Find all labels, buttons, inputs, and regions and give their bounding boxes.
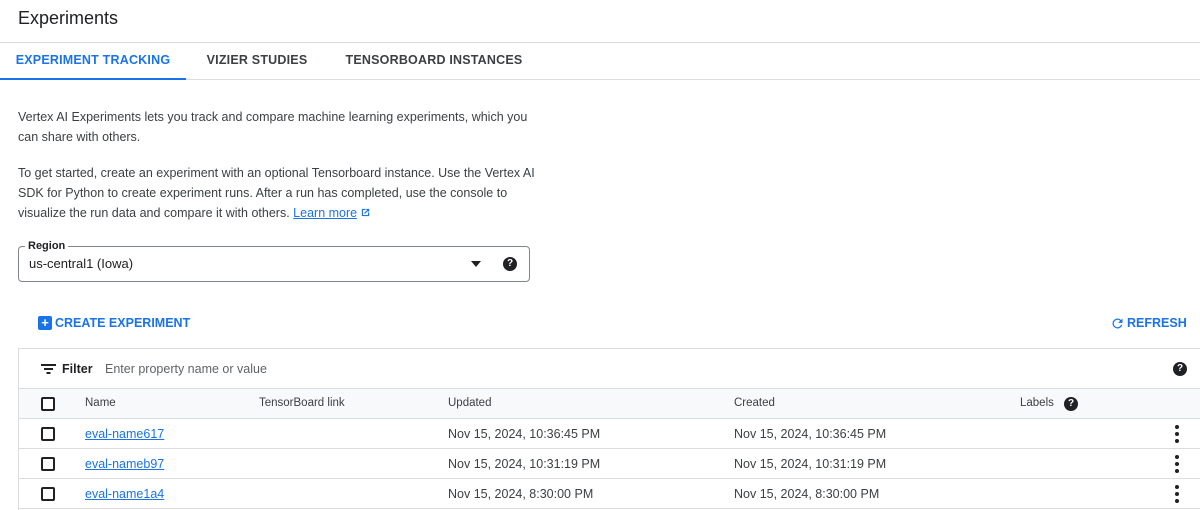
- experiment-name-link[interactable]: eval-name617: [85, 427, 164, 441]
- region-value: us-central1 (Iowa): [29, 256, 134, 271]
- region-label: Region: [25, 239, 69, 253]
- help-circle-icon[interactable]: ?: [1064, 397, 1078, 411]
- add-box-icon: +: [38, 316, 52, 330]
- filter-label: Filter: [62, 362, 93, 376]
- help-circle-icon[interactable]: ?: [1173, 362, 1187, 376]
- column-header-created[interactable]: Created: [734, 397, 775, 409]
- region-select[interactable]: Region us-central1 (Iowa) ?: [18, 239, 530, 282]
- select-all-checkbox[interactable]: [41, 397, 55, 411]
- tab-tensorboard-instances[interactable]: TENSORBOARD INSTANCES: [338, 43, 530, 79]
- refresh-label: REFRESH: [1127, 316, 1187, 330]
- more-vert-icon[interactable]: [1169, 455, 1185, 473]
- filter-bar: Filter ?: [19, 349, 1200, 389]
- filter-input[interactable]: [99, 358, 699, 380]
- experiment-name-link[interactable]: eval-name1a4: [85, 487, 164, 501]
- row-checkbox[interactable]: [41, 457, 55, 471]
- learn-more-link[interactable]: Learn more: [293, 206, 371, 220]
- create-experiment-label: CREATE EXPERIMENT: [55, 316, 191, 330]
- created-cell: Nov 15, 2024, 10:31:19 PM: [734, 457, 887, 471]
- updated-cell: Nov 15, 2024, 10:31:19 PM: [448, 457, 601, 471]
- experiment-name-link[interactable]: eval-nameb97: [85, 457, 164, 471]
- experiments-table: Filter ? Name TensorBoard link Updated C…: [18, 348, 1200, 510]
- column-header-labels[interactable]: Labels: [1020, 397, 1054, 409]
- updated-cell: Nov 15, 2024, 10:36:45 PM: [448, 427, 601, 441]
- learn-more-label: Learn more: [293, 206, 358, 220]
- table-row: eval-nameb97 Nov 15, 2024, 10:31:19 PM N…: [19, 449, 1200, 479]
- created-cell: Nov 15, 2024, 8:30:00 PM: [734, 487, 880, 501]
- more-vert-icon[interactable]: [1169, 425, 1185, 443]
- tab-bar: EXPERIMENT TRACKING VIZIER STUDIES TENSO…: [0, 43, 1200, 80]
- row-checkbox[interactable]: [41, 427, 55, 441]
- page-title: Experiments: [18, 8, 119, 28]
- tab-experiment-tracking[interactable]: EXPERIMENT TRACKING: [0, 43, 186, 80]
- dropdown-arrow-icon[interactable]: [471, 261, 481, 267]
- getting-started-text: To get started, create an experiment wit…: [18, 166, 535, 220]
- create-experiment-button[interactable]: + CREATE EXPERIMENT: [38, 313, 190, 333]
- created-cell: Nov 15, 2024, 10:36:45 PM: [734, 427, 887, 441]
- intro-paragraph: Vertex AI Experiments lets you track and…: [18, 110, 528, 144]
- table-row: eval-name617 Nov 15, 2024, 10:36:45 PM N…: [19, 419, 1200, 449]
- column-header-updated[interactable]: Updated: [448, 397, 491, 409]
- refresh-button[interactable]: REFRESH: [1110, 313, 1187, 333]
- more-vert-icon[interactable]: [1169, 485, 1185, 503]
- filter-list-icon: [41, 364, 56, 374]
- getting-started-paragraph: To get started, create an experiment wit…: [18, 163, 538, 223]
- external-link-icon: [361, 208, 370, 217]
- table-header: Name TensorBoard link Updated Created La…: [19, 389, 1200, 419]
- page-header: Experiments: [0, 0, 1200, 43]
- updated-cell: Nov 15, 2024, 8:30:00 PM: [448, 487, 594, 501]
- tab-vizier-studies[interactable]: VIZIER STUDIES: [196, 43, 318, 79]
- table-row: eval-name1a4 Nov 15, 2024, 8:30:00 PM No…: [19, 479, 1200, 509]
- column-header-tensorboard-link[interactable]: TensorBoard link: [259, 397, 345, 409]
- refresh-icon: [1112, 318, 1123, 328]
- help-circle-icon[interactable]: ?: [503, 257, 517, 271]
- row-checkbox[interactable]: [41, 487, 55, 501]
- column-header-name[interactable]: Name: [85, 397, 116, 409]
